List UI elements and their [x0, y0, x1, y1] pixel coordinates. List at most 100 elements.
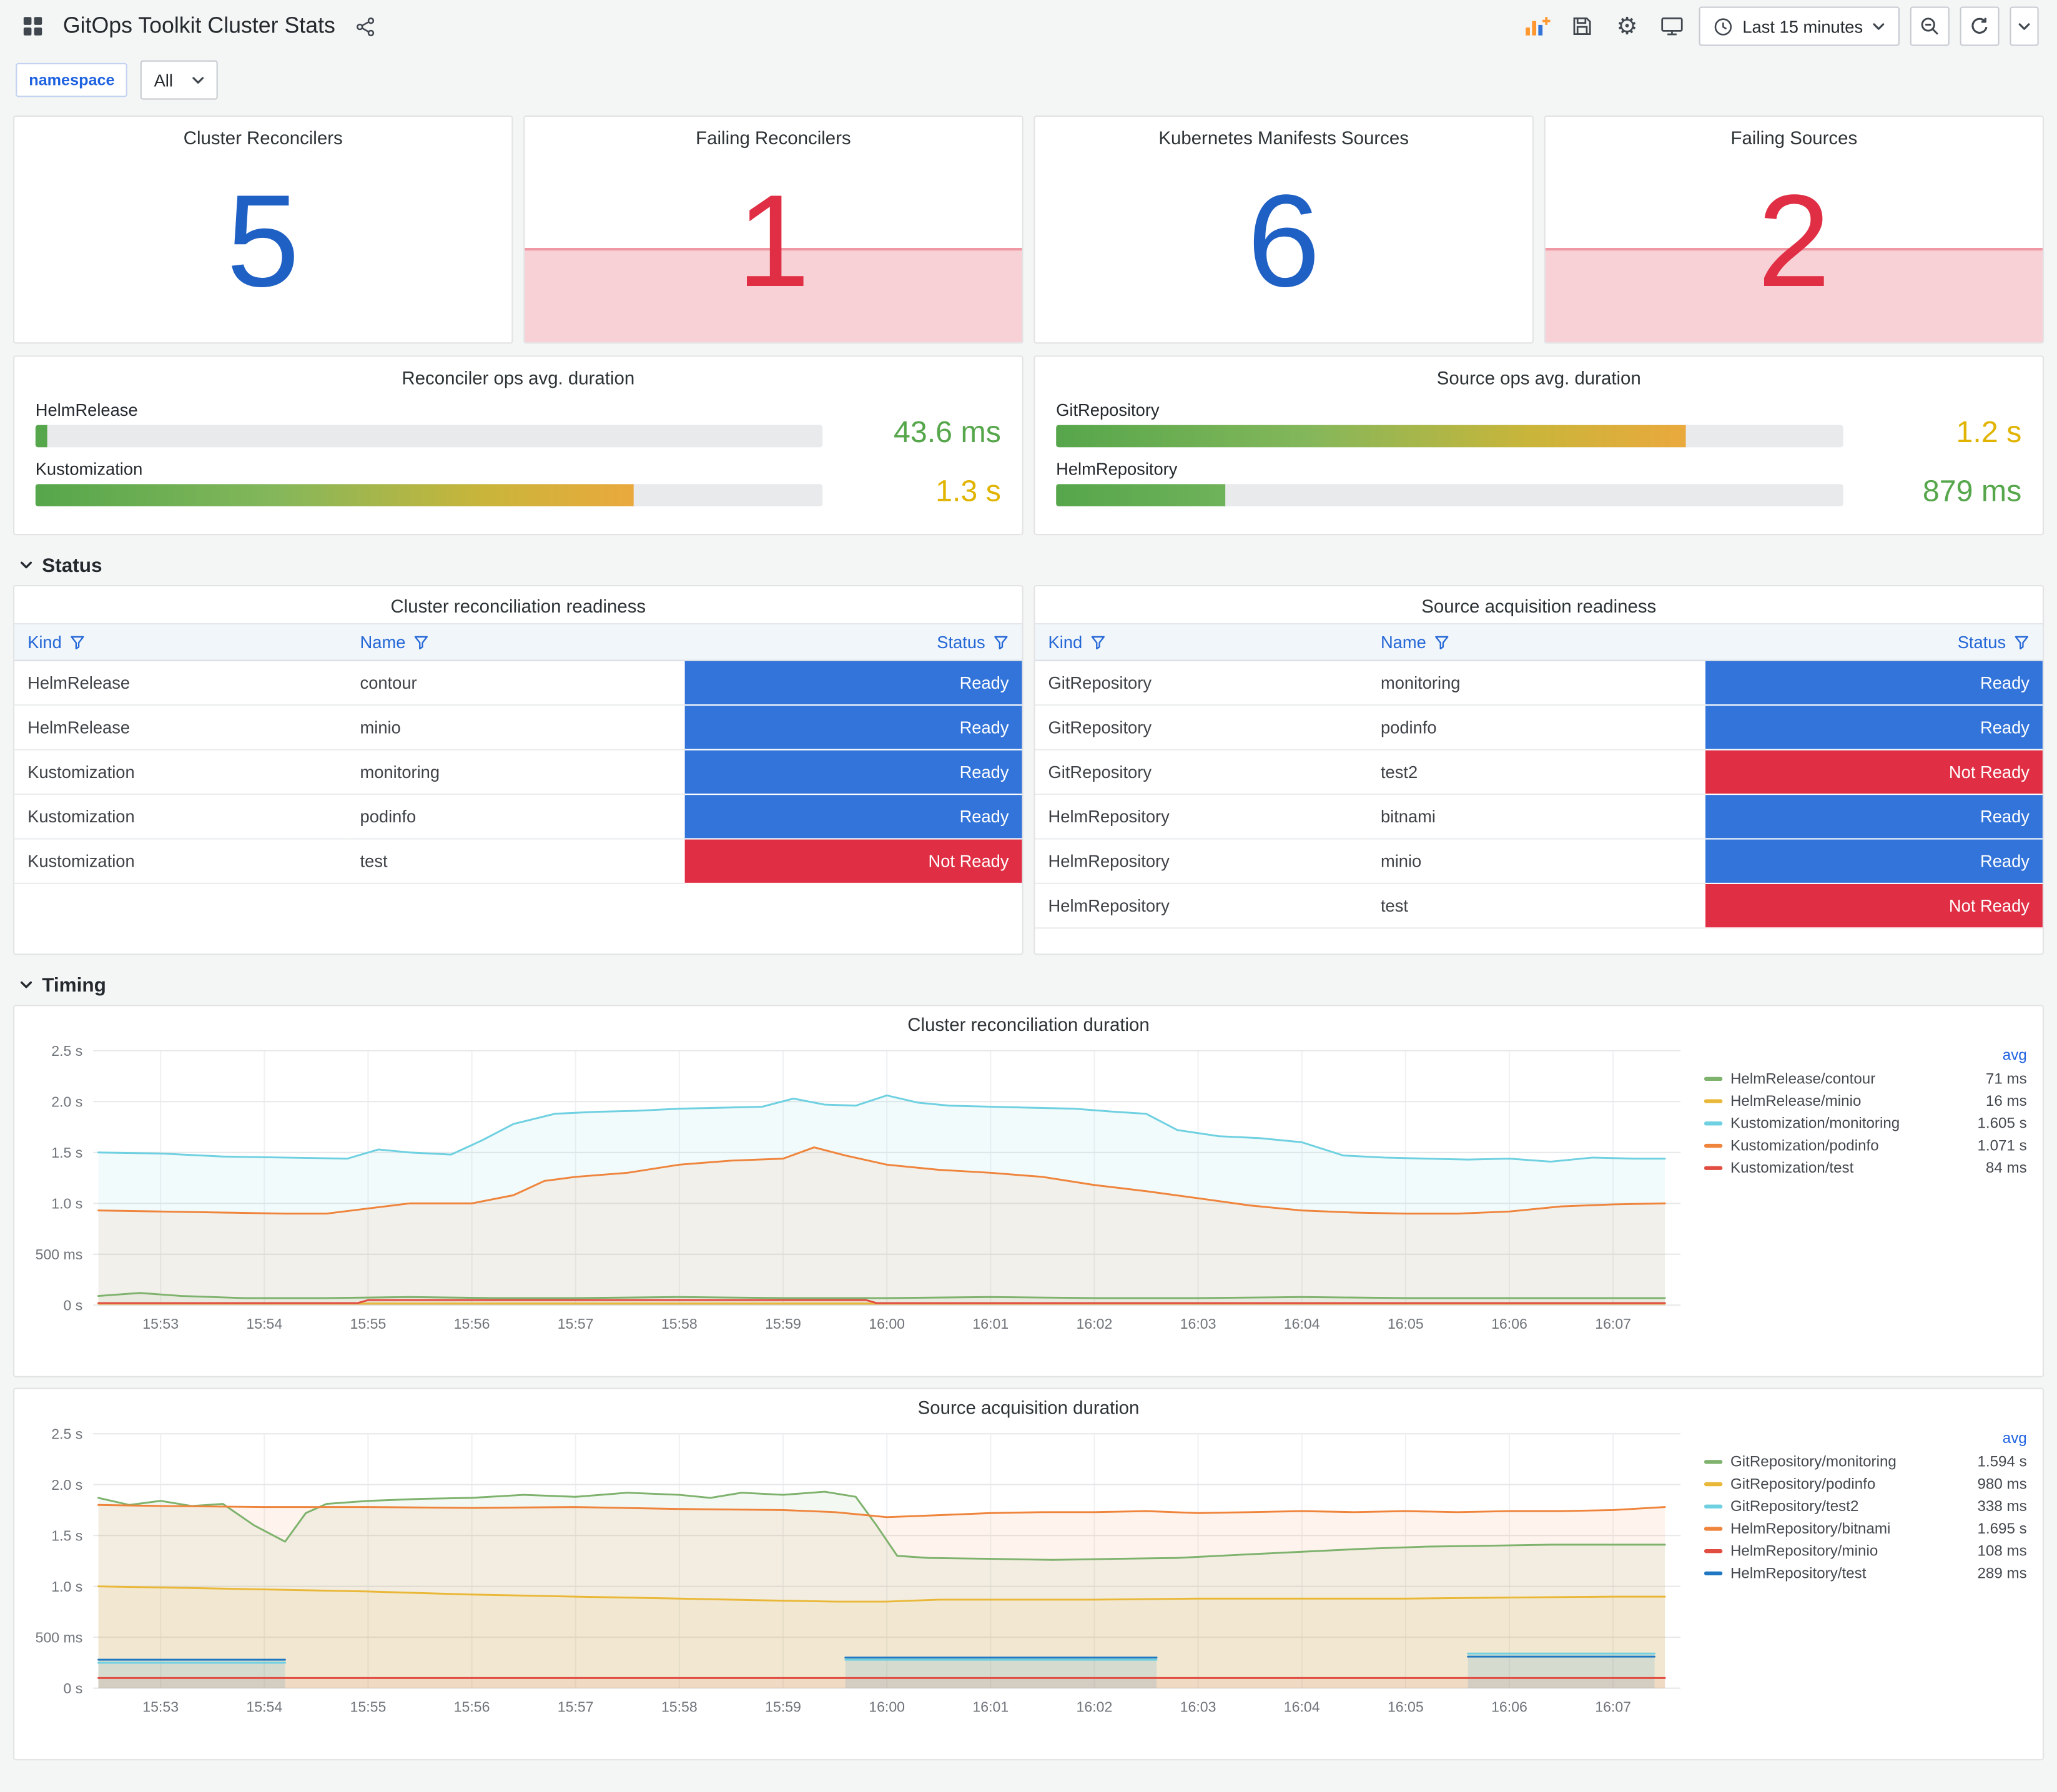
- bar-gauge-fill: [35, 484, 634, 506]
- svg-text:16:03: 16:03: [1180, 1699, 1216, 1715]
- series-name: Kustomization/podinfo: [1730, 1138, 1879, 1154]
- status-badge: Ready: [684, 794, 1022, 840]
- chart-legend: avg HelmRelease/contour 71 ms HelmRelease/m…: [1704, 1048, 2027, 1179]
- column-header-name[interactable]: Name: [347, 623, 684, 661]
- series-color-swatch: [1704, 1143, 1723, 1148]
- filter-icon[interactable]: [1090, 634, 1106, 650]
- svg-text:15:56: 15:56: [454, 1699, 490, 1715]
- time-range-picker[interactable]: Last 15 minutes: [1699, 6, 1900, 46]
- section-status-toggle[interactable]: Status: [0, 548, 2057, 583]
- cell-kind: GitRepository: [1035, 705, 1368, 751]
- refresh-icon: [1971, 17, 1988, 34]
- dashboards-grid-icon[interactable]: [16, 9, 50, 44]
- tv-mode-button[interactable]: [1655, 9, 1689, 44]
- svg-text:1.0 s: 1.0 s: [51, 1196, 82, 1212]
- zoom-out-icon: [1921, 17, 1938, 35]
- series-name: HelmRepository/bitnami: [1730, 1520, 1891, 1537]
- svg-text:15:54: 15:54: [246, 1699, 282, 1715]
- filter-icon[interactable]: [1434, 634, 1449, 650]
- legend-item[interactable]: HelmRepository/test 289 ms: [1704, 1562, 2027, 1585]
- svg-text:16:05: 16:05: [1388, 1316, 1424, 1332]
- table-row: HelmRelease contour Ready: [14, 660, 1022, 706]
- legend-item[interactable]: HelmRepository/minio 108 ms: [1704, 1540, 2027, 1562]
- cell-name: podinfo: [1367, 705, 1705, 751]
- series-avg-value: 71 ms: [1985, 1071, 2027, 1087]
- clock-icon: [1715, 17, 1732, 35]
- status-badge: Not Ready: [684, 839, 1022, 884]
- column-header-name[interactable]: Name: [1367, 623, 1705, 661]
- legend-item[interactable]: HelmRepository/bitnami 1.695 s: [1704, 1518, 2027, 1540]
- refresh-interval-dropdown[interactable]: [2010, 6, 2039, 46]
- legend-item[interactable]: Kustomization/test 84 ms: [1704, 1157, 2027, 1179]
- gauge-panel: Reconciler ops avg. duration HelmRelease…: [13, 355, 1024, 536]
- cell-name: contour: [347, 660, 684, 706]
- status-badge: Ready: [1705, 660, 2043, 706]
- share-icon[interactable]: [348, 9, 383, 44]
- cell-kind: Kustomization: [14, 749, 347, 795]
- namespace-filter-label[interactable]: namespace: [16, 62, 128, 97]
- table-row: GitRepository monitoring Ready: [1035, 660, 2043, 706]
- zoom-out-button[interactable]: [1910, 6, 1950, 46]
- table-row: HelmRelease minio Ready: [14, 705, 1022, 751]
- series-avg-value: 980 ms: [1977, 1476, 2027, 1492]
- cell-name: minio: [1367, 839, 1705, 884]
- status-badge: Ready: [1705, 839, 2043, 884]
- legend-item[interactable]: HelmRelease/minio 16 ms: [1704, 1090, 2027, 1113]
- filter-icon[interactable]: [69, 634, 85, 650]
- legend-item[interactable]: GitRepository/monitoring 1.594 s: [1704, 1450, 2027, 1473]
- monitor-icon: [1660, 17, 1683, 36]
- gauge-value: 879 ms: [1922, 473, 2022, 508]
- svg-text:15:53: 15:53: [142, 1699, 179, 1715]
- cell-kind: HelmRelease: [14, 705, 347, 751]
- column-label: Kind: [1048, 632, 1083, 652]
- variables-row: namespace All: [0, 60, 2057, 100]
- series-name: GitRepository/monitoring: [1730, 1454, 1897, 1470]
- status-badge: Not Ready: [1705, 749, 2043, 795]
- gauge-label: Kustomization: [35, 459, 143, 479]
- gauge-row: HelmRepository 879 ms: [1056, 459, 2021, 506]
- gauge-row: Kustomization 1.3 s: [35, 459, 1001, 506]
- legend-item[interactable]: Kustomization/monitoring 1.605 s: [1704, 1112, 2027, 1135]
- filter-icon[interactable]: [413, 634, 429, 650]
- column-header-status[interactable]: Status: [684, 623, 1022, 661]
- bar-gauge-fill: [1056, 484, 1226, 506]
- stats-row: Cluster Reconcilers 5 Failing Reconciler…: [0, 115, 2057, 344]
- section-timing-toggle[interactable]: Timing: [0, 968, 2057, 1002]
- cell-kind: Kustomization: [14, 839, 347, 884]
- svg-text:2.0 s: 2.0 s: [51, 1094, 82, 1110]
- legend-item[interactable]: HelmRelease/contour 71 ms: [1704, 1068, 2027, 1090]
- dashboard: GitOps Toolkit Cluster Stats ⚙ Last 15 m…: [0, 0, 2057, 1792]
- bar-gauge-track: [1056, 484, 1843, 506]
- series-color-swatch: [1704, 1571, 1723, 1576]
- column-header-status[interactable]: Status: [1705, 623, 2043, 661]
- panel-title: Source ops avg. duration: [1436, 367, 1641, 388]
- gear-icon: ⚙: [1616, 13, 1638, 40]
- legend-item[interactable]: GitRepository/test2 338 ms: [1704, 1495, 2027, 1518]
- table-row: HelmRepository bitnami Ready: [1035, 794, 2043, 840]
- column-header-kind[interactable]: Kind: [14, 623, 347, 661]
- cell-name: monitoring: [1367, 660, 1705, 706]
- svg-text:15:57: 15:57: [558, 1316, 594, 1332]
- legend-item[interactable]: Kustomization/podinfo 1.071 s: [1704, 1135, 2027, 1157]
- filter-icon[interactable]: [993, 634, 1009, 650]
- svg-text:15:55: 15:55: [350, 1316, 387, 1332]
- series-avg-value: 1.071 s: [1977, 1138, 2027, 1154]
- table-panel: Cluster reconciliation readiness Kind Nam…: [13, 584, 1024, 955]
- stat-panel: Failing Reconcilers 1: [523, 115, 1024, 344]
- stat-value: 6: [1247, 168, 1321, 315]
- svg-text:1.0 s: 1.0 s: [51, 1578, 82, 1595]
- filter-icon[interactable]: [2014, 634, 2030, 650]
- namespace-filter-value[interactable]: All: [141, 60, 218, 100]
- grid-icon: [23, 17, 42, 36]
- save-dashboard-button[interactable]: [1566, 9, 1600, 44]
- dashboard-settings-button[interactable]: ⚙: [1610, 9, 1644, 44]
- add-panel-button[interactable]: [1521, 9, 1555, 44]
- column-header-kind[interactable]: Kind: [1035, 623, 1368, 661]
- svg-text:16:06: 16:06: [1491, 1316, 1527, 1332]
- namespace-selected-value: All: [154, 70, 173, 90]
- refresh-button[interactable]: [1960, 6, 2000, 46]
- gauge-value: 43.6 ms: [894, 414, 1001, 449]
- series-fills: [98, 1095, 1665, 1306]
- legend-item[interactable]: GitRepository/podinfo 980 ms: [1704, 1473, 2027, 1495]
- gauge-label: HelmRelease: [35, 400, 138, 420]
